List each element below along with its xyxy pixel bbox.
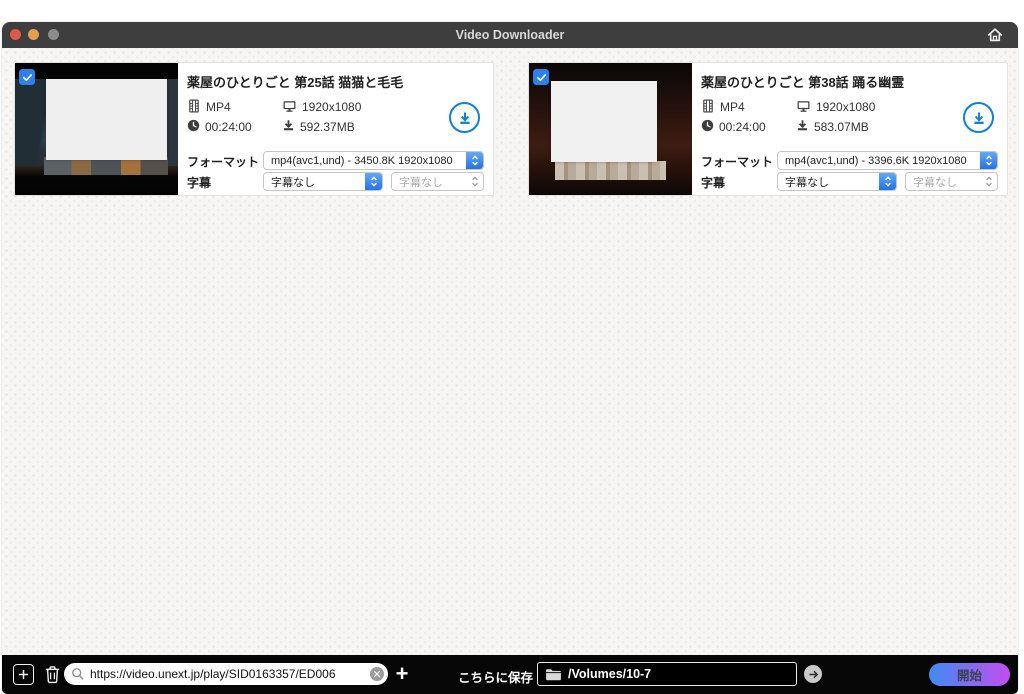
subtitle-select-secondary-value: 字幕なし — [399, 176, 443, 189]
clock-icon — [187, 119, 200, 135]
clock-icon — [701, 119, 714, 135]
trash-button[interactable] — [42, 664, 62, 685]
format-row-label: フォーマット — [187, 155, 260, 169]
video-title: 薬屋のひとりごと 第38話 踊る幽霊 — [701, 75, 905, 90]
filesize-meta: 592.37MB — [282, 119, 355, 135]
thumbnail-overlay — [46, 79, 167, 160]
stepper-icon — [980, 152, 997, 169]
subtitle-select-value: 字幕なし — [785, 176, 829, 189]
stepper-icon — [466, 152, 483, 169]
title-bar: Video Downloader — [2, 22, 1018, 48]
filesize-label: 583.07MB — [814, 120, 869, 134]
stepper-icon — [365, 173, 382, 190]
thumbnail-art — [555, 160, 666, 181]
resolution-label: 1920x1080 — [816, 100, 876, 114]
add-url-button[interactable]: + — [393, 662, 411, 686]
stepper-icon — [879, 173, 896, 190]
add-task-button[interactable] — [13, 664, 34, 685]
window-title: Video Downloader — [455, 28, 565, 42]
format-meta: MP4 — [701, 98, 745, 116]
download-size-icon — [796, 119, 809, 135]
url-input[interactable] — [90, 663, 368, 685]
thumbnail-overlay — [551, 81, 657, 162]
app-window: Video Downloader 薬屋のひとりごと 第25話 猫猫と毛毛 MP4 — [2, 22, 1018, 694]
video-card: 薬屋のひとりごと 第25話 猫猫と毛毛 MP4 1920x1080 00:24:… — [14, 62, 494, 196]
film-icon — [187, 98, 201, 116]
format-select[interactable]: mp4(avc1,und) - 3450.8K 1920x1080 — [263, 151, 484, 170]
subtitle-select-secondary: 字幕なし — [391, 172, 484, 191]
format-select-value: mp4(avc1,und) - 3396.6K 1920x1080 — [785, 154, 967, 167]
resolution-label: 1920x1080 — [302, 100, 362, 114]
duration-label: 00:24:00 — [205, 120, 252, 134]
film-icon — [701, 98, 715, 116]
resolution-meta: 1920x1080 — [796, 99, 875, 115]
subtitle-row-label: 字幕 — [701, 176, 726, 190]
subtitle-select-secondary-value: 字幕なし — [913, 176, 957, 189]
duration-meta: 00:24:00 — [187, 119, 252, 135]
save-to-label: こちらに保存 — [458, 671, 534, 685]
save-path-field-wrap — [537, 662, 797, 686]
format-select[interactable]: mp4(avc1,und) - 3396.6K 1920x1080 — [777, 151, 998, 170]
video-thumbnail — [15, 63, 178, 195]
format-row-label: フォーマット — [701, 155, 774, 169]
display-icon — [796, 99, 811, 116]
select-checkbox[interactable] — [19, 69, 35, 85]
stepper-icon — [980, 173, 997, 190]
download-list: 薬屋のひとりごと 第25話 猫猫と毛毛 MP4 1920x1080 00:24:… — [2, 48, 1018, 655]
subtitle-select[interactable]: 字幕なし — [263, 172, 383, 191]
filesize-meta: 583.07MB — [796, 119, 869, 135]
display-icon — [282, 99, 297, 116]
resolution-meta: 1920x1080 — [282, 99, 361, 115]
subtitle-select[interactable]: 字幕なし — [777, 172, 897, 191]
filesize-label: 592.37MB — [300, 120, 355, 134]
subtitle-row-label: 字幕 — [187, 176, 212, 190]
download-button[interactable] — [963, 102, 994, 133]
url-field-wrap — [64, 663, 388, 685]
select-checkbox[interactable] — [533, 69, 549, 85]
stepper-icon — [466, 173, 483, 190]
search-icon — [71, 667, 85, 686]
container-label: MP4 — [206, 100, 231, 114]
download-button[interactable] — [449, 102, 480, 133]
container-label: MP4 — [720, 100, 745, 114]
bottom-toolbar: + こちらに保存 開始 — [2, 655, 1018, 694]
clear-url-icon[interactable] — [370, 667, 384, 681]
home-icon[interactable] — [986, 26, 1004, 44]
start-button[interactable]: 開始 — [929, 663, 1010, 686]
download-size-icon — [282, 119, 295, 135]
video-card: 薬屋のひとりごと 第38話 踊る幽霊 MP4 1920x1080 00:24:0… — [528, 62, 1008, 196]
subtitle-select-value: 字幕なし — [271, 176, 315, 189]
video-title: 薬屋のひとりごと 第25話 猫猫と毛毛 — [187, 75, 404, 90]
browse-folder-icon[interactable] — [804, 665, 822, 683]
folder-icon — [545, 668, 562, 686]
subtitle-select-secondary: 字幕なし — [905, 172, 998, 191]
duration-meta: 00:24:00 — [701, 119, 766, 135]
format-meta: MP4 — [187, 98, 231, 116]
save-path-input[interactable] — [568, 663, 792, 685]
video-thumbnail — [529, 63, 692, 195]
format-select-value: mp4(avc1,und) - 3450.8K 1920x1080 — [271, 154, 453, 167]
duration-label: 00:24:00 — [719, 120, 766, 134]
